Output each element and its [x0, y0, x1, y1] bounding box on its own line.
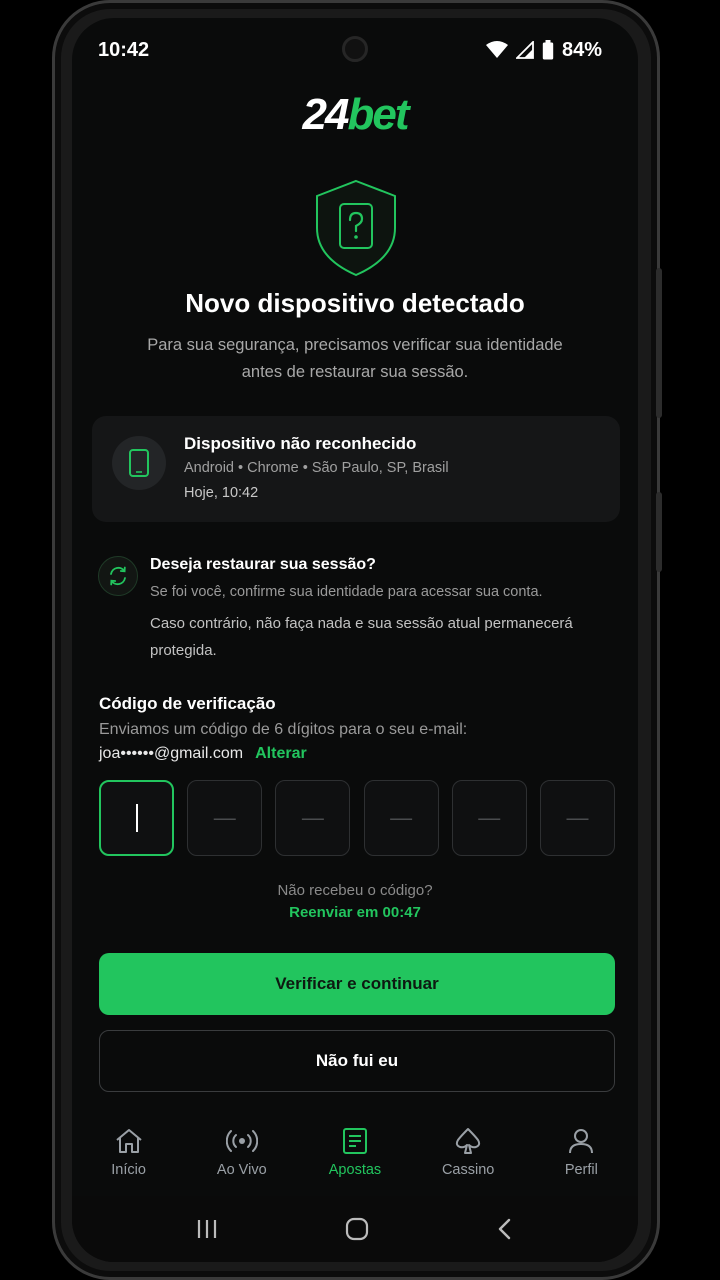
otp-digit-3[interactable]: —: [275, 780, 351, 856]
device-title: Dispositivo não reconhecido: [184, 434, 417, 453]
restore-warning: Caso contrário, não faça nada e sua sess…: [150, 615, 573, 659]
volume-button: [656, 268, 662, 418]
change-email-link[interactable]: Alterar: [255, 745, 307, 763]
power-button: [656, 492, 662, 572]
status-time: 10:42: [98, 38, 150, 61]
battery-percent: 84%: [561, 38, 602, 61]
otp-digit-4[interactable]: —: [363, 780, 439, 856]
restore-icon: [98, 556, 138, 596]
tab-label: Apostas: [328, 1162, 382, 1178]
text-caret: [135, 804, 138, 832]
device-card: Dispositivo não reconhecido Android • Ch…: [92, 416, 620, 522]
code-label: Código de verificação: [99, 694, 276, 713]
not-me-button[interactable]: Não fui eu: [99, 1030, 615, 1092]
tab-label: Início: [111, 1162, 146, 1178]
tab-label: Ao Vivo: [216, 1162, 267, 1178]
tab-label: Perfil: [564, 1162, 598, 1178]
home-nav-icon[interactable]: [345, 1217, 369, 1241]
otp-digit-5[interactable]: —: [451, 780, 527, 856]
battery-icon: [542, 40, 554, 60]
signal-icon: [515, 41, 534, 59]
bets-icon: [342, 1128, 367, 1154]
home-icon: [115, 1129, 142, 1153]
live-icon: [225, 1130, 258, 1152]
otp-digit-2[interactable]: —: [187, 780, 263, 856]
email-row: joa••••••@gmail.com Alterar: [99, 745, 307, 763]
recent-apps-icon[interactable]: [195, 1218, 219, 1240]
otp-input-group: — — — — —: [99, 780, 615, 856]
shield-device-icon: [316, 179, 396, 277]
page-title: Novo dispositivo detectado: [185, 288, 525, 318]
verify-continue-button[interactable]: Verificar e continuar: [99, 953, 615, 1015]
restore-description: Se foi você, confirme sua identidade par…: [150, 584, 543, 600]
restore-title: Deseja restaurar sua sessão?: [150, 556, 376, 573]
brand-logo: 24bet: [72, 90, 638, 140]
system-nav-bar: [72, 1196, 638, 1262]
wifi-icon: [485, 41, 508, 58]
screen: 10:42 84% 24bet Novo dispositivo detecta…: [72, 18, 638, 1262]
tab-inicio[interactable]: Início: [79, 1126, 179, 1178]
logo-number: 24: [302, 90, 350, 139]
tab-apostas[interactable]: Apostas: [305, 1126, 405, 1178]
back-icon[interactable]: [495, 1217, 515, 1241]
resend-timer[interactable]: Reenviar em 00:47: [72, 904, 638, 921]
logo-word: bet: [347, 90, 409, 139]
profile-icon: [569, 1129, 594, 1154]
masked-email: joa••••••@gmail.com: [99, 745, 244, 762]
tab-cassino[interactable]: Cassino: [418, 1126, 518, 1178]
otp-digit-1[interactable]: [99, 780, 174, 856]
device-time: Hoje, 10:42: [184, 485, 259, 501]
phone-icon: [129, 449, 149, 477]
bottom-tab-bar: Início Ao Vivo Apostas Cassino Perfil: [72, 1114, 638, 1196]
resend-question: Não recebeu o código?: [277, 882, 433, 899]
device-meta: Android • Chrome • São Paulo, SP, Brasil: [184, 460, 449, 476]
otp-digit-6[interactable]: —: [539, 780, 615, 856]
tab-perfil[interactable]: Perfil: [531, 1126, 631, 1178]
spade-icon: [456, 1128, 481, 1154]
code-hint: Enviamos um código de 6 dígitos para o s…: [99, 721, 468, 738]
tab-ao-vivo[interactable]: Ao Vivo: [192, 1126, 292, 1178]
tab-label: Cassino: [441, 1162, 495, 1178]
page-subtitle: Para sua segurança, precisamos verificar…: [147, 336, 563, 381]
front-camera: [342, 36, 368, 62]
